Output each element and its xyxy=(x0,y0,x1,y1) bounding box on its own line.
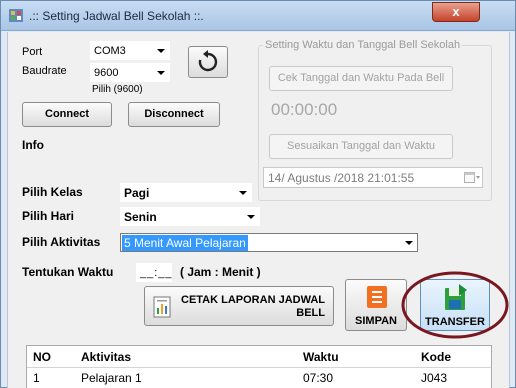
datetime-picker-value: 14/ Agustus /2018 21:01:55 xyxy=(268,171,415,185)
waktu-input[interactable]: __:__ xyxy=(136,263,172,282)
waktu-label: Tentukan Waktu xyxy=(22,265,114,279)
column-header-waktu: Waktu xyxy=(303,350,339,364)
aktivitas-select[interactable]: 5 Menit Awal Pelajaran xyxy=(120,233,418,252)
column-header-no: NO xyxy=(33,350,51,364)
aktivitas-label: Pilih Aktivitas xyxy=(22,235,101,249)
window-title: .:: Setting Jadwal Bell Sekolah ::. xyxy=(29,9,204,23)
table-cell-kode: J043 xyxy=(421,371,448,385)
datetime-picker[interactable]: 14/ Agustus /2018 21:01:55 xyxy=(263,167,483,188)
column-header-aktivitas: Aktivitas xyxy=(81,350,132,364)
chevron-down-icon xyxy=(405,241,413,245)
chevron-down-icon xyxy=(247,215,255,219)
calendar-icon xyxy=(464,172,480,183)
refresh-button[interactable] xyxy=(188,46,228,78)
save-icon xyxy=(367,286,387,308)
report-label-line2: BELL xyxy=(296,307,325,319)
table-cell-waktu: 07:30 xyxy=(303,371,334,385)
port-label: Port xyxy=(22,46,43,58)
hari-label: Pilih Hari xyxy=(22,209,75,223)
baudrate-hint: Pilih (9600) xyxy=(92,84,143,95)
kelas-label: Pilih Kelas xyxy=(22,185,83,199)
app-icon xyxy=(9,9,23,22)
chevron-down-icon xyxy=(157,49,165,53)
baudrate-select[interactable]: 9600 xyxy=(90,63,170,82)
port-select-value: COM3 xyxy=(94,45,126,57)
waktu-format-hint: ( Jam : Menit ) xyxy=(180,265,261,279)
table-cell-no: 1 xyxy=(33,371,40,385)
baudrate-label: Baudrate xyxy=(22,65,67,77)
app-window: .:: Setting Jadwal Bell Sekolah ::. x Po… xyxy=(0,0,516,388)
highlight-ring xyxy=(401,271,509,339)
refresh-icon xyxy=(198,50,218,72)
report-label-line1: CETAK LAPORAN JADWAL xyxy=(181,294,326,306)
kelas-select-value: Pagi xyxy=(124,186,150,200)
chevron-down-icon xyxy=(157,71,165,75)
datetime-groupbox: Setting Waktu dan Tanggal Bell Sekolah C… xyxy=(258,39,492,201)
kelas-select[interactable]: Pagi xyxy=(120,183,252,202)
report-icon xyxy=(153,296,171,318)
connect-button[interactable]: Connect xyxy=(22,102,112,127)
datetime-group-legend: Setting Waktu dan Tanggal Bell Sekolah xyxy=(263,39,463,51)
baudrate-select-value: 9600 xyxy=(94,67,119,79)
hari-select-value: Senin xyxy=(124,210,157,224)
disconnect-button[interactable]: Disconnect xyxy=(128,102,220,127)
check-bell-datetime-button[interactable]: Cek Tanggal dan Waktu Pada Bell xyxy=(269,66,453,91)
time-display: 00:00:00 xyxy=(271,100,338,119)
schedule-table[interactable]: NO Aktivitas Waktu Kode 1 Pelajaran 1 07… xyxy=(26,345,492,388)
title-bar: .:: Setting Jadwal Bell Sekolah ::. x xyxy=(1,1,515,31)
info-label: Info xyxy=(22,138,44,152)
waktu-input-value: __:__ xyxy=(140,267,173,279)
aktivitas-select-value: 5 Menit Awal Pelajaran xyxy=(122,235,248,251)
print-report-button[interactable]: CETAK LAPORAN JADWAL BELL xyxy=(144,286,334,326)
hari-select[interactable]: Senin xyxy=(120,207,260,226)
save-button[interactable]: SIMPAN xyxy=(345,279,407,331)
save-label: SIMPAN xyxy=(355,315,397,327)
chevron-down-icon xyxy=(239,191,247,195)
form-client-area: Port COM3 Baudrate 9600 Pilih (9600) Con… xyxy=(7,32,510,388)
close-button[interactable]: x xyxy=(432,2,480,22)
port-select[interactable]: COM3 xyxy=(90,41,170,60)
sync-datetime-button[interactable]: Sesuaikan Tanggal dan Waktu xyxy=(269,134,453,159)
table-header-divider xyxy=(27,367,491,368)
column-header-kode: Kode xyxy=(421,350,451,364)
table-cell-aktivitas: Pelajaran 1 xyxy=(81,371,142,385)
